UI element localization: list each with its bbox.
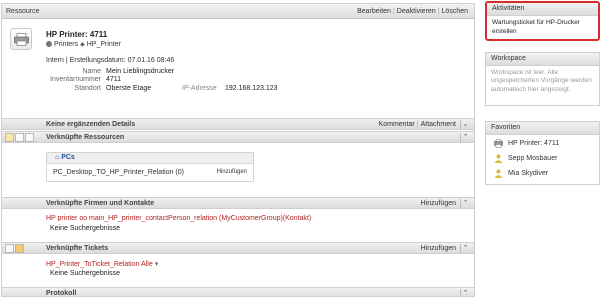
pcs-row: PC_Desktop_TO_HP_Printer_Relation (0) Hi… [47, 164, 253, 182]
workspace-header: Workspace [486, 53, 599, 66]
ticket-tool-icons [5, 244, 25, 253]
favorite-item[interactable]: HP Printer: 4711 [486, 137, 599, 152]
dropdown-arrow-icon[interactable]: ▾ [155, 261, 159, 268]
breadcrumb-arrow-icon: ◆ [80, 42, 85, 48]
breadcrumb: Printers ◆ HP_Printer [46, 41, 121, 48]
details-title: Keine ergänzenden Details [46, 121, 136, 128]
linked-tickets-title: Verknüpfte Tickets [46, 245, 109, 252]
favorite-label[interactable]: HP Printer: 4711 [508, 140, 559, 147]
printer-icon [494, 139, 503, 148]
pcs-box: ⌂ PCs PC_Desktop_TO_HP_Printer_Relation … [46, 152, 254, 182]
tickets-empty-text: Keine Suchergebnisse [50, 270, 121, 277]
section-tool-icons [5, 133, 35, 142]
linked-companies-title: Verknüpfte Firmen und Kontakte [46, 200, 155, 207]
meta-line: Intern | Erstellungsdatum: 07.01.16 08:4… [46, 57, 175, 64]
tickets-relation-link[interactable]: HP_Printer_ToTicket_Relation Alle ▾ [46, 260, 158, 268]
chevron-down-icon[interactable]: ⌄ [460, 120, 470, 129]
protocol-section: Protokoll ⌃ [2, 287, 474, 297]
companies-empty-text: Keine Suchergebnisse [50, 225, 121, 232]
person-icon [494, 154, 503, 163]
resource-header-title: Ressource [6, 8, 40, 15]
note-icon[interactable] [5, 133, 14, 142]
chevron-up-icon[interactable]: ⌃ [460, 289, 470, 296]
breadcrumb-hp-printer[interactable]: HP_Printer [87, 41, 121, 48]
location-value: Oberste Etage [106, 85, 152, 92]
ip-label: IP-Adresse [182, 85, 217, 92]
favorite-item[interactable]: Mia Skydiver [486, 167, 599, 182]
attachment-button[interactable]: Attachment [421, 121, 456, 128]
printer-icon [10, 28, 32, 50]
ip-value: 192.168.123.123 [225, 85, 278, 92]
chevron-up-icon[interactable]: ⌃ [460, 199, 470, 208]
pc-relation-name[interactable]: PC_Desktop_TO_HP_Printer_Relation (0) [53, 169, 184, 176]
category-icon [46, 41, 52, 47]
chevron-up-icon[interactable]: ⌃ [460, 244, 470, 253]
list-icon[interactable] [15, 133, 24, 142]
activities-panel: Aktivitäten Wartungsticket für HP-Drucke… [485, 1, 600, 41]
resource-panel: Ressource Bearbeiten | Deaktivieren | Lösche… [1, 3, 475, 297]
breadcrumb-printers[interactable]: Printers [54, 41, 78, 48]
name-value: Mein Lieblingsdrucker [106, 68, 175, 75]
delete-button[interactable]: Löschen [442, 8, 468, 15]
resource-actions: Bearbeiten | Deaktivieren | Löschen [357, 8, 468, 15]
comment-button[interactable]: Kommentar [379, 121, 415, 128]
workspace-panel: Workspace Workspace ist leer. Alle unges… [485, 52, 600, 106]
protocol-title: Protokoll [46, 290, 77, 297]
pcs-header-label: PCs [61, 154, 75, 161]
linked-resources-section: Verknüpfte Ressourcen ⌃ [2, 131, 474, 143]
doc-icon[interactable] [5, 244, 14, 253]
companies-relation-link[interactable]: HP printer oo main_HP_printer_contactPer… [46, 215, 311, 222]
resource-header: Ressource Bearbeiten | Deaktivieren | Lösche… [2, 4, 474, 19]
pc-add-button[interactable]: Hinzufügen [217, 169, 247, 175]
companies-add-button[interactable]: Hinzufügen [421, 200, 456, 207]
linked-resources-title: Verknüpfte Ressourcen [46, 134, 125, 141]
grid-icon[interactable] [25, 133, 34, 142]
person-icon [494, 169, 503, 178]
activity-item[interactable]: Wartungsticket für HP-Drucker erstellen [487, 16, 598, 40]
details-section: Keine ergänzenden Details Kommentar | Atta… [2, 118, 474, 130]
linked-companies-section: Verknüpfte Firmen und Kontakte Hinzufüge… [2, 197, 474, 209]
favorite-item[interactable]: Sepp Mosbauer [486, 152, 599, 167]
linked-tickets-section: Verknüpfte Tickets Hinzufügen ⌃ [2, 242, 474, 254]
object-title: HP Printer: 4711 [46, 30, 108, 39]
favorites-header: Favoriten [486, 122, 599, 135]
location-label: Standort [74, 85, 101, 92]
inventory-value: 4711 [106, 76, 122, 83]
tickets-relation-label[interactable]: HP_Printer_ToTicket_Relation Alle [46, 261, 153, 268]
pcs-header: ⌂ PCs [47, 153, 253, 164]
activities-header: Aktivitäten [487, 3, 598, 16]
home-icon: ⌂ [55, 154, 60, 161]
chevron-up-icon[interactable]: ⌃ [460, 133, 470, 142]
favorite-label[interactable]: Mia Skydiver [508, 170, 548, 177]
favorites-panel: Favoriten HP Printer: 4711 Sepp Mosbauer… [485, 121, 600, 185]
workspace-empty-text: Workspace ist leer. Alle ungespeicherten… [491, 69, 592, 93]
edit-button[interactable]: Bearbeiten [357, 8, 391, 15]
favorite-label[interactable]: Sepp Mosbauer [508, 155, 557, 162]
ticket-icon[interactable] [15, 244, 24, 253]
tickets-add-button[interactable]: Hinzufügen [421, 245, 456, 252]
inventory-label: Inventarnummer [50, 76, 101, 83]
deactivate-button[interactable]: Deaktivieren [397, 8, 436, 15]
name-label: Name [82, 68, 101, 75]
